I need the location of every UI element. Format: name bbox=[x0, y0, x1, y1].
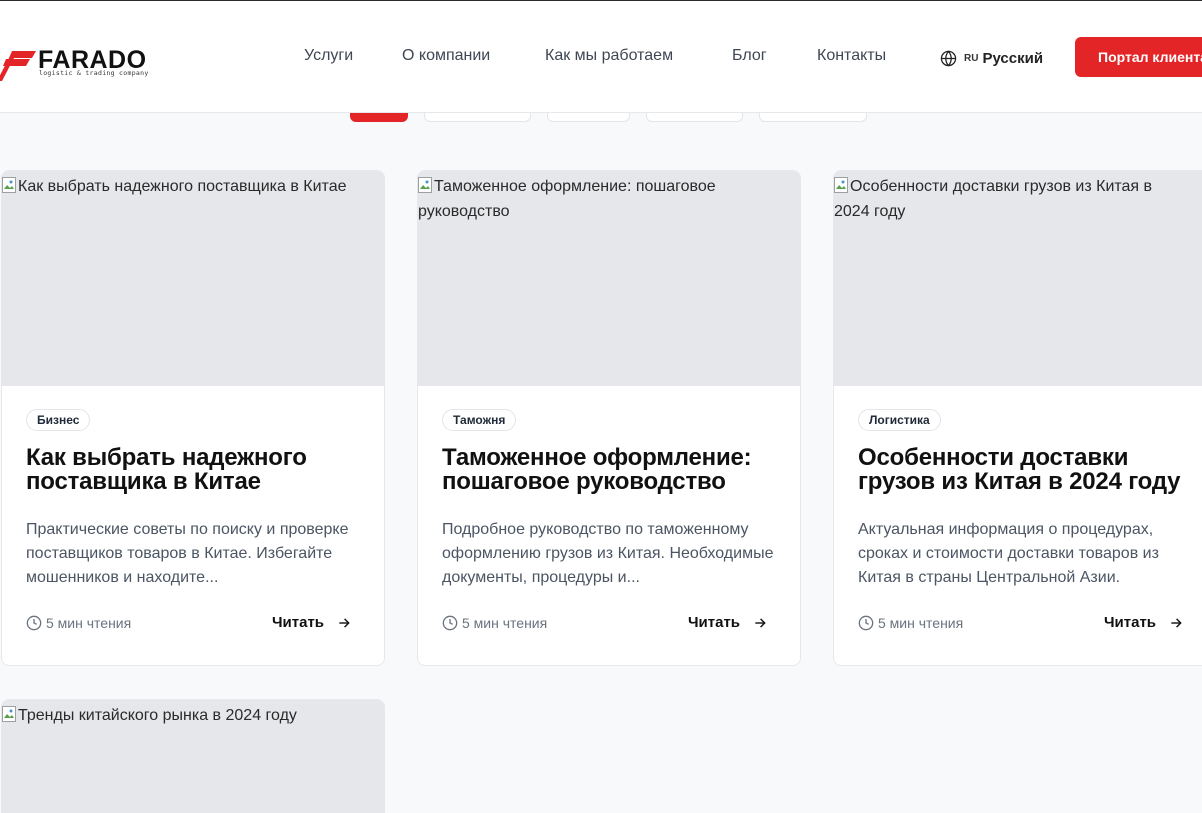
clock-icon bbox=[442, 615, 458, 631]
logo[interactable]: FARADO logistic & trading company bbox=[0, 45, 190, 85]
broken-image-icon bbox=[834, 176, 848, 193]
farado-logo-mark-icon bbox=[0, 51, 36, 81]
article-image: Таможенное оформление: пошаговое руковод… bbox=[418, 171, 800, 386]
broken-image-icon bbox=[418, 176, 432, 193]
read-link[interactable]: Читать bbox=[688, 614, 767, 631]
arrow-right-icon bbox=[1171, 617, 1182, 628]
language-switcher[interactable]: RU Русский bbox=[940, 48, 1043, 68]
article-image: Как выбрать надежного поставщика в Китае bbox=[2, 171, 384, 386]
article-image: Особенности доставки грузов из Китая в 2… bbox=[834, 171, 1202, 386]
arrow-right-icon bbox=[339, 617, 350, 628]
arrow-right-icon bbox=[755, 617, 766, 628]
broken-image-icon bbox=[2, 705, 16, 722]
read-link-label: Читать bbox=[688, 614, 741, 631]
article-description: Практические советы по поиску и проверке… bbox=[26, 521, 349, 586]
article-description: Подробное руководство по таможенному офо… bbox=[442, 521, 774, 586]
filter-tab[interactable] bbox=[646, 113, 743, 122]
article-image: Тренды китайского рынка в 2024 году bbox=[2, 700, 384, 813]
broken-image-icon bbox=[2, 176, 16, 193]
article-description: Актуальная информация о процедурах, срок… bbox=[858, 521, 1159, 586]
article-image-alt: Таможенное оформление: пошаговое руковод… bbox=[418, 178, 716, 220]
article-tag: Логистика bbox=[858, 409, 941, 431]
language-code: RU bbox=[964, 52, 979, 64]
logo-tagline: logistic & trading company bbox=[39, 69, 149, 77]
read-link-label: Читать bbox=[1104, 614, 1157, 631]
nav-item-about[interactable]: О компании bbox=[402, 47, 490, 65]
nav-item-services[interactable]: Услуги bbox=[304, 47, 353, 65]
article-title[interactable]: Особенности доставки грузов из Китая в 2… bbox=[858, 446, 1193, 494]
article-card[interactable]: Таможенное оформление: пошаговое руковод… bbox=[417, 170, 801, 666]
article-image-alt: Тренды китайского рынка в 2024 году bbox=[18, 707, 297, 724]
read-time: 5 мин чтения bbox=[858, 615, 963, 631]
read-link[interactable]: Читать bbox=[272, 614, 351, 631]
read-link[interactable]: Читать bbox=[1104, 614, 1183, 631]
filter-tab[interactable] bbox=[759, 113, 867, 122]
article-tag: Таможня bbox=[442, 409, 517, 431]
article-card[interactable]: Тренды китайского рынка в 2024 году bbox=[1, 699, 385, 813]
article-title[interactable]: Таможенное оформление: пошаговое руковод… bbox=[442, 446, 787, 494]
clock-icon bbox=[858, 615, 874, 631]
article-title[interactable]: Как выбрать надежного поставщика в Китае bbox=[26, 446, 371, 494]
client-portal-button[interactable]: Портал клиента bbox=[1075, 37, 1202, 77]
article-card[interactable]: Особенности доставки грузов из Китая в 2… bbox=[833, 170, 1202, 666]
globe-icon bbox=[940, 49, 957, 67]
nav-item-blog[interactable]: Блог bbox=[732, 47, 767, 65]
filter-tab-active[interactable] bbox=[350, 113, 408, 122]
read-time-text: 5 мин чтения bbox=[46, 615, 132, 631]
read-time-text: 5 мин чтения bbox=[878, 615, 964, 631]
nav-item-contacts[interactable]: Контакты bbox=[817, 47, 886, 65]
article-image-alt: Как выбрать надежного поставщика в Китае bbox=[18, 178, 347, 195]
clock-icon bbox=[26, 615, 42, 631]
read-time-text: 5 мин чтения bbox=[462, 615, 548, 631]
read-link-label: Читать bbox=[272, 614, 325, 631]
language-label: Русский bbox=[982, 49, 1044, 67]
site-header: FARADO logistic & trading company Услуги… bbox=[0, 1, 1202, 113]
filter-tab[interactable] bbox=[547, 113, 630, 122]
article-card[interactable]: Как выбрать надежного поставщика в Китае… bbox=[1, 170, 385, 666]
read-time: 5 мин чтения bbox=[26, 615, 131, 631]
filter-tab[interactable] bbox=[424, 113, 531, 122]
article-image-alt: Особенности доставки грузов из Китая в 2… bbox=[834, 178, 1153, 220]
article-tag: Бизнес bbox=[26, 409, 91, 431]
read-time: 5 мин чтения bbox=[442, 615, 547, 631]
nav-item-how-we-work[interactable]: Как мы работаем bbox=[545, 47, 673, 65]
